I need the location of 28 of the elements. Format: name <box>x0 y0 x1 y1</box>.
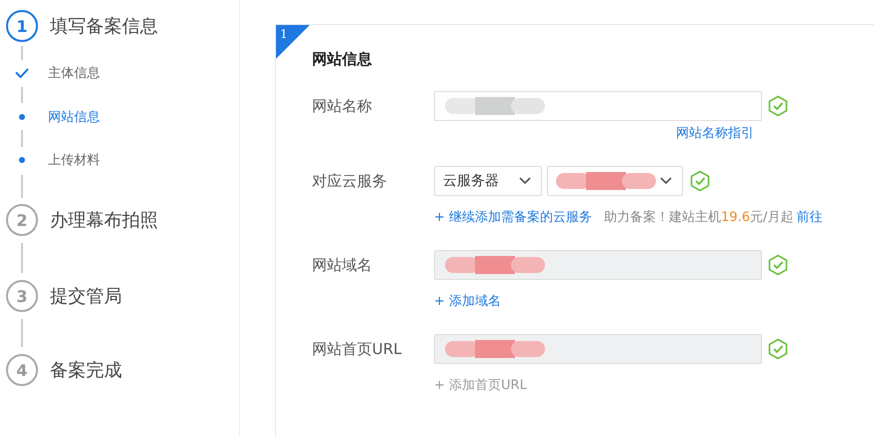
add-link[interactable]: + 继续添加需备案的云服务 <box>434 208 592 228</box>
field-label: 网站域名 <box>312 256 373 274</box>
step-title[interactable]: 填写备案信息 <box>50 14 158 38</box>
step-title[interactable]: 办理幕布拍照 <box>50 208 158 232</box>
section-number: 1 <box>280 27 288 41</box>
substep-item[interactable]: 主体信息 <box>48 64 100 82</box>
field-label: 网站首页URL <box>312 340 403 358</box>
section-title: 网站信息 <box>312 49 373 69</box>
substep-item[interactable]: 上传材料 <box>48 151 100 169</box>
price: 19.6 <box>721 209 750 227</box>
field-label: 网站名称 <box>312 96 373 116</box>
step-number: 3 <box>6 280 38 312</box>
substep-item[interactable]: 网站信息 <box>48 108 100 126</box>
step-number: 4 <box>6 354 38 386</box>
chevron-down-icon <box>660 177 672 185</box>
dropdown[interactable]: 云服务器 <box>434 166 542 196</box>
dropdown[interactable] <box>547 166 683 196</box>
field-label: 对应云服务 <box>312 172 388 190</box>
guide-link[interactable]: 网站名称指引 <box>676 124 754 144</box>
step-title[interactable]: 提交管局 <box>50 284 122 308</box>
chevron-down-icon <box>519 177 531 185</box>
input-field[interactable] <box>434 91 762 121</box>
step-number: 2 <box>6 204 38 236</box>
step-number: 1 <box>6 10 38 42</box>
step-title[interactable]: 备案完成 <box>50 358 122 382</box>
price-unit: 元/月起 <box>750 209 794 227</box>
promo-text: 助力备案！建站主机 <box>604 209 722 227</box>
go-link[interactable]: 前往 <box>796 208 822 228</box>
